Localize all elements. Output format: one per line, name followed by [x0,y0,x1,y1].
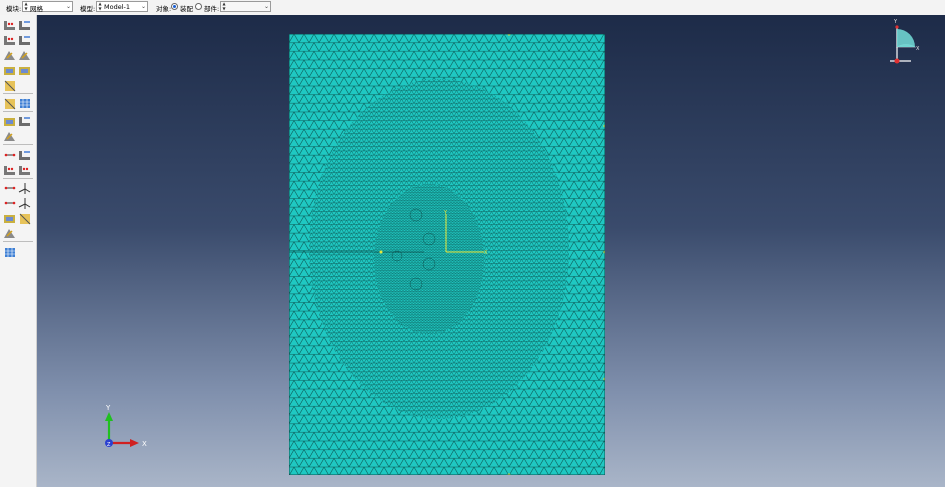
object-label: 对象: [156,5,172,13]
part-radio-label: 部件: [204,5,220,13]
part-select[interactable]: ▲ ▼ ⌄ [220,1,271,12]
triad-icon: Y X Z [105,404,147,448]
spin-arrows-icon[interactable]: ▲ ▼ [222,1,226,11]
view-cube-y-label: Y [893,19,898,25]
context-bar: 模块: ▲ ▼ 网格 ⌄ 模型: ▲ ▼ Model-1 ⌄ 对象: 装配 部件: … [0,0,945,16]
spin-arrows-icon[interactable]: ▲ ▼ [98,1,102,11]
module-select-value: 网格 [30,5,43,13]
spin-arrows-icon[interactable]: ▲ ▼ [24,1,28,11]
assembly-radio[interactable] [171,3,178,10]
model-label: 模型: [80,5,96,13]
origin-x-label: X [484,250,488,256]
viewport[interactable]: Y X Y X Y X Z [37,15,945,487]
model-select-value: Model-1 [104,3,130,11]
view-cube-x-label: X [916,46,920,52]
module-select[interactable]: ▲ ▼ 网格 ⌄ [22,1,73,13]
mesh-part[interactable]: Y X [289,34,605,475]
module-label: 模块: [6,5,22,13]
triad-x-label: X [142,440,147,448]
chevron-down-icon[interactable]: ⌄ [141,3,146,10]
view-cube-icon[interactable]: Y X [887,17,927,69]
model-select[interactable]: ▲ ▼ Model-1 ⌄ [96,1,148,12]
chevron-down-icon[interactable]: ⌄ [264,3,269,10]
toolbox [0,15,37,487]
triad-z-label: Z [107,442,111,448]
triad-y-label: Y [105,404,111,412]
assembly-radio-label: 装配 [180,5,193,13]
chevron-down-icon[interactable]: ⌄ [66,3,71,10]
toolbox-icons [3,20,33,258]
part-radio[interactable] [195,3,202,10]
